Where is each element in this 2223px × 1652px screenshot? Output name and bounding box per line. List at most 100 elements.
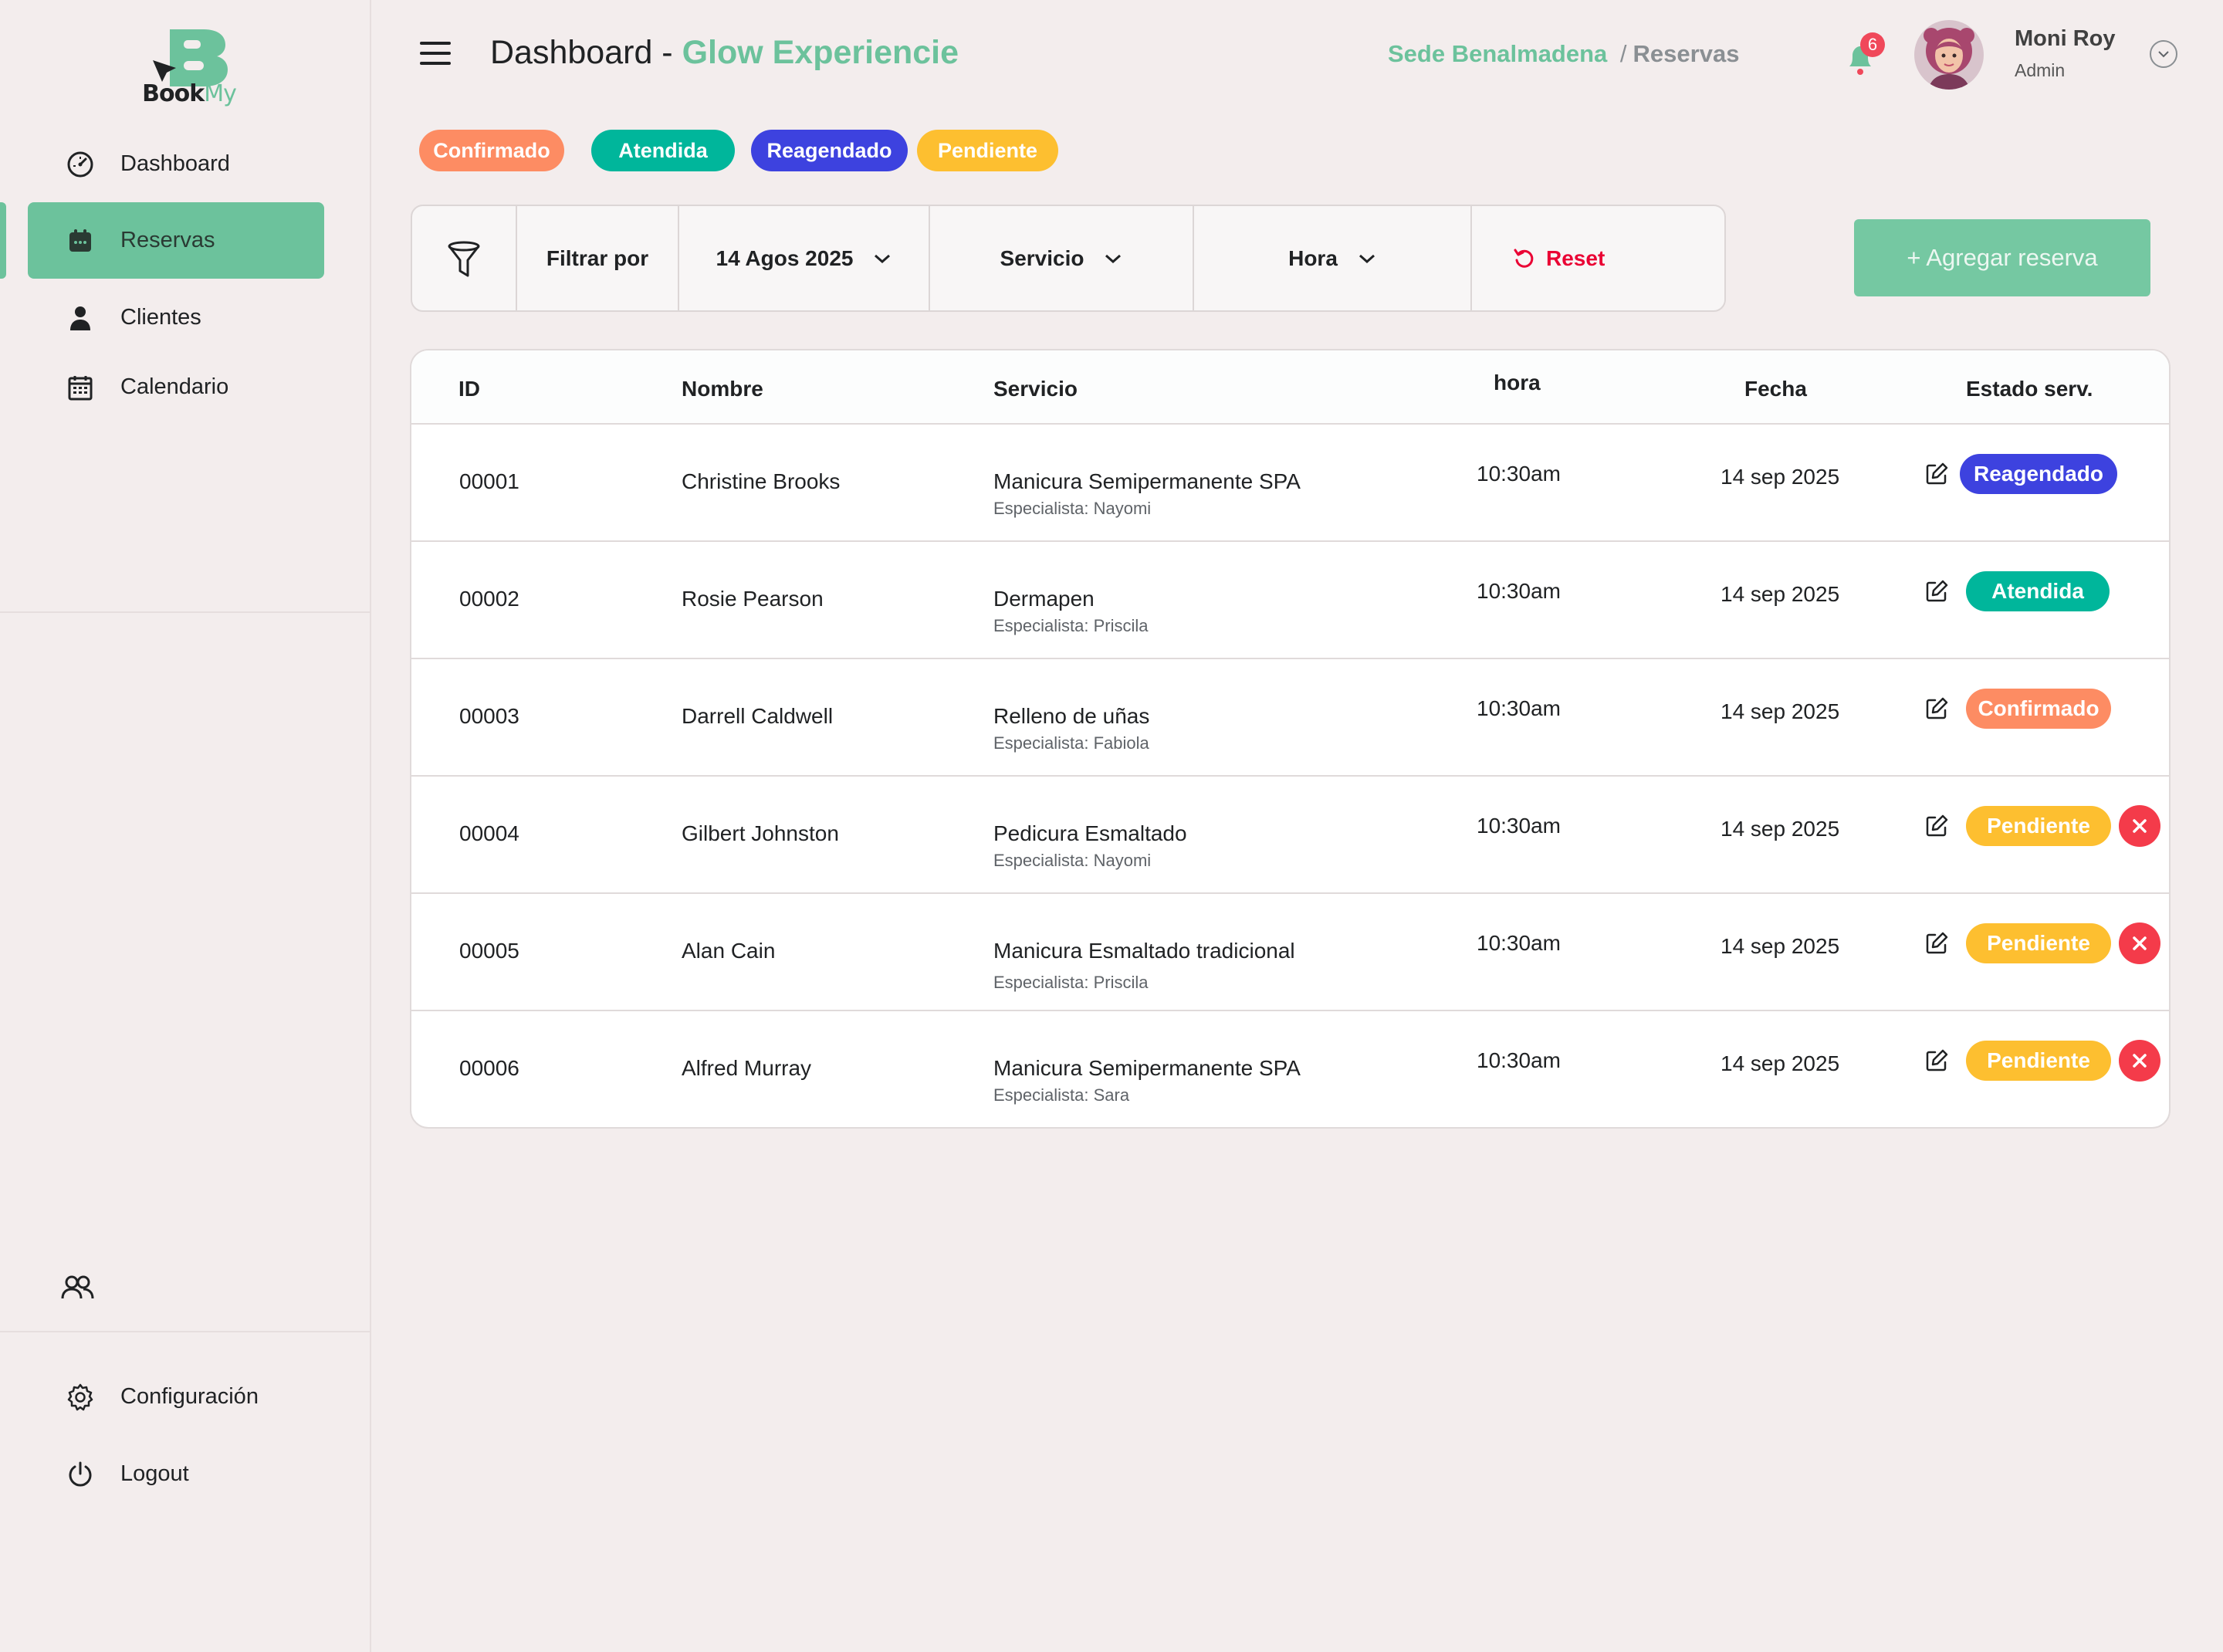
table-row[interactable]: 00005 Alan Cain Manicura Esmaltado tradici…: [411, 894, 2169, 1011]
client-name: Rosie Pearson: [682, 587, 824, 611]
reservation-id: 00005: [459, 939, 519, 963]
date-filter-value: 14 Agos 2025: [716, 245, 854, 270]
table-row[interactable]: 00002 Rosie Pearson Dermapen Especialista: …: [411, 542, 2169, 659]
close-icon: [2131, 818, 2148, 834]
calendar-grid-icon: [65, 372, 96, 403]
sidebar-item-configuracion[interactable]: Configuración: [28, 1359, 324, 1435]
sidebar-item-calendario[interactable]: Calendario: [28, 349, 324, 425]
reservation-date: 14 sep 2025: [1721, 465, 1840, 489]
filter-bar: Filtrar por 14 Agos 2025 Servicio Hora R…: [411, 205, 1726, 312]
table-row[interactable]: 00001 Christine Brooks Manicura Semiperman…: [411, 425, 2169, 542]
status-badge[interactable]: Confirmado: [1966, 689, 2111, 729]
client-name: Darrell Caldwell: [682, 704, 834, 728]
service-filter-dropdown[interactable]: Servicio: [930, 206, 1194, 310]
legend-chip-pendiente[interactable]: Pendiente: [917, 130, 1058, 171]
specialist-name: Especialista: Nayomi: [993, 851, 1152, 870]
menu-toggle-button[interactable]: [420, 42, 451, 69]
user-name: Moni Roy: [2015, 26, 2116, 51]
service-name: Pedicura Esmaltado: [993, 821, 1187, 845]
service-name: Relleno de uñas: [993, 704, 1150, 728]
table-row[interactable]: 00004 Gilbert Johnston Pedicura Esmaltado E…: [411, 777, 2169, 894]
status-badge[interactable]: Pendiente: [1966, 923, 2111, 963]
table-row[interactable]: 00006 Alfred Murray Manicura Semipermanent…: [411, 1011, 2169, 1127]
time-filter-value: Hora: [1288, 245, 1338, 270]
cancel-reservation-button[interactable]: [2119, 1040, 2160, 1082]
logo-mark-icon: [153, 29, 228, 86]
gauge-icon: [65, 149, 96, 180]
specialist-name: Especialista: Nayomi: [993, 499, 1152, 518]
edit-icon[interactable]: [1924, 579, 1949, 604]
avatar[interactable]: [1914, 20, 1984, 90]
business-name: Glow Experiencie: [682, 34, 959, 71]
sidebar-item-dashboard[interactable]: Dashboard: [28, 126, 324, 202]
logo-word-my: My: [204, 80, 237, 107]
reservation-id: 00006: [459, 1056, 519, 1080]
edit-icon[interactable]: [1924, 814, 1949, 838]
sidebar-item-logout[interactable]: Logout: [28, 1436, 324, 1512]
reservation-time: 10:30am: [1477, 814, 1561, 838]
service-name: Dermapen: [993, 587, 1095, 611]
reservation-time: 10:30am: [1477, 579, 1561, 603]
edit-icon[interactable]: [1924, 696, 1949, 721]
breadcrumb: Sede Benalmadena / Reservas: [1388, 40, 1739, 68]
cancel-reservation-button[interactable]: [2119, 805, 2160, 847]
bookmy-logo[interactable]: BookMy: [131, 26, 239, 111]
reset-filter-button[interactable]: Reset: [1472, 206, 1724, 310]
client-name: Christine Brooks: [682, 469, 841, 493]
chevron-down-icon: [1105, 254, 1122, 263]
close-icon: [2131, 1052, 2148, 1069]
cancel-reservation-button[interactable]: [2119, 922, 2160, 964]
sidebar-item-label: Dashboard: [120, 151, 230, 176]
active-nav-marker: [0, 202, 6, 279]
reset-label: Reset: [1546, 245, 1606, 270]
reservation-time: 10:30am: [1477, 696, 1561, 720]
filter-label: Filtrar por: [546, 245, 649, 270]
logo-wordmark: BookMy: [131, 80, 247, 107]
legend-chip-confirmado[interactable]: Confirmado: [419, 130, 564, 171]
sidebar: BookMy Dashboard Reservas Clientes Calen…: [0, 0, 371, 1652]
user-menu-button[interactable]: [2150, 40, 2177, 68]
status-badge[interactable]: Pendiente: [1966, 806, 2111, 846]
column-header-hora: hora: [1494, 371, 1541, 394]
add-reservation-button[interactable]: + Agregar reserva: [1854, 219, 2150, 296]
funnel-icon: [448, 241, 480, 276]
sidebar-item-clientes[interactable]: Clientes: [28, 279, 324, 356]
sidebar-item-label: Calendario: [120, 374, 229, 399]
close-icon: [2131, 935, 2148, 952]
status-badge[interactable]: Reagendado: [1960, 454, 2117, 494]
edit-icon[interactable]: [1924, 1048, 1949, 1073]
table-row[interactable]: 00003 Darrell Caldwell Relleno de uñas Espe…: [411, 659, 2169, 777]
table-header: ID Nombre Servicio hora Fecha Estado ser…: [411, 350, 2169, 425]
edit-icon[interactable]: [1924, 931, 1949, 956]
client-name: Gilbert Johnston: [682, 821, 839, 845]
logo-word-book: Book: [142, 80, 205, 107]
reservation-date: 14 sep 2025: [1721, 817, 1840, 841]
reservation-date: 14 sep 2025: [1721, 582, 1840, 606]
specialist-name: Especialista: Sara: [993, 1085, 1130, 1105]
reservation-date: 14 sep 2025: [1721, 934, 1840, 958]
users-group-icon[interactable]: [60, 1274, 96, 1302]
service-name: Manicura Semipermanente SPA: [993, 469, 1301, 493]
legend-chip-atendida[interactable]: Atendida: [591, 130, 735, 171]
date-filter-dropdown[interactable]: 14 Agos 2025: [679, 206, 930, 310]
filter-icon-cell: [412, 206, 517, 310]
calendar-filled-icon: [65, 225, 96, 256]
page-title: Dashboard - Glow Experiencie: [490, 34, 959, 72]
sidebar-item-reservas[interactable]: Reservas: [28, 202, 324, 279]
status-badge[interactable]: Pendiente: [1966, 1041, 2111, 1081]
edit-icon[interactable]: [1924, 462, 1949, 486]
breadcrumb-site[interactable]: Sede Benalmadena: [1388, 40, 1607, 67]
chevron-down-icon: [875, 254, 891, 263]
user-icon: [65, 303, 96, 333]
reservation-time: 10:30am: [1477, 1048, 1561, 1072]
client-name: Alfred Murray: [682, 1056, 812, 1080]
status-badge[interactable]: Atendida: [1966, 571, 2110, 611]
legend-chip-reagendado[interactable]: Reagendado: [751, 130, 908, 171]
breadcrumb-separator: /: [1619, 40, 1627, 67]
sidebar-item-label: Configuración: [120, 1384, 259, 1409]
time-filter-dropdown[interactable]: Hora: [1194, 206, 1472, 310]
page-title-prefix: Dashboard -: [490, 34, 682, 71]
reservation-id: 00002: [459, 587, 519, 611]
gear-icon: [65, 1382, 96, 1413]
reservation-date: 14 sep 2025: [1721, 1051, 1840, 1075]
